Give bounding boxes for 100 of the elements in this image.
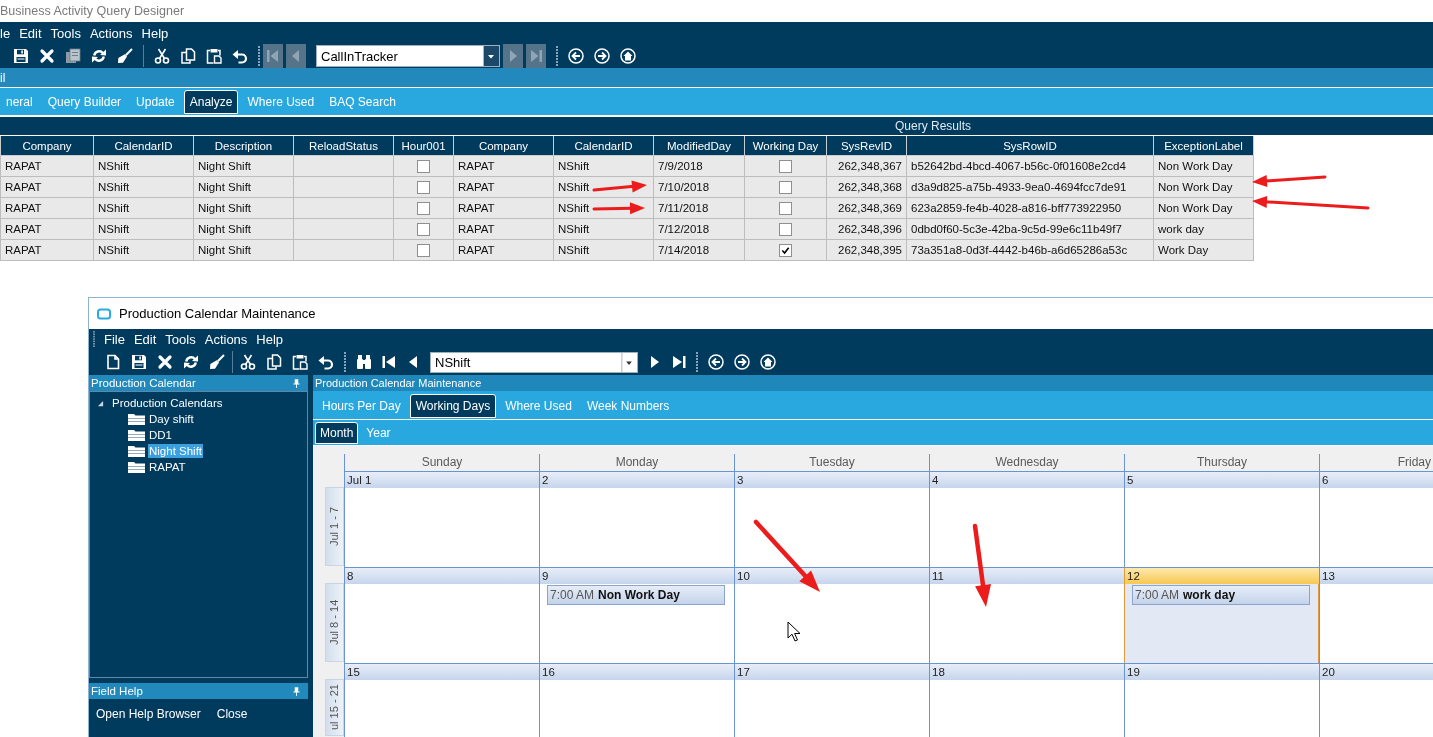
tree-item[interactable]: Day shift [148,412,195,426]
action-button[interactable]: Open Help Browser [91,705,206,723]
save-icon[interactable] [13,48,29,64]
copy-icon[interactable] [266,354,282,370]
brush-icon[interactable] [209,354,225,370]
day-cell[interactable]: 10 [734,567,929,663]
copy-icon[interactable] [180,48,196,64]
table-cell: 623a2859-fe4b-4028-a816-bff773922950 [906,197,1154,219]
forward-icon[interactable] [594,48,610,64]
menu-item[interactable]: Tools [165,331,196,347]
menu-item[interactable]: Edit [133,331,157,347]
record-combo[interactable]: NShift [430,351,638,373]
clipboard-icon[interactable] [65,48,81,64]
column-header[interactable]: CalendarID [553,136,654,156]
tree-item[interactable]: RAPAT [148,460,187,474]
tree-item[interactable]: DD1 [148,428,173,442]
undo-icon[interactable] [232,48,248,64]
home-icon[interactable] [620,48,636,64]
column-header[interactable]: SysRowID [906,136,1154,156]
day-cell[interactable]: 11 [929,567,1124,663]
column-header[interactable]: ReloadStatus [293,136,394,156]
column-header[interactable]: ModifiedDay [653,136,745,156]
date-header: 17 [735,664,929,680]
column-header[interactable]: Description [193,136,294,156]
checkbox[interactable] [417,180,430,194]
refresh-icon[interactable] [91,48,107,64]
view-tab[interactable]: Month [315,421,359,444]
pin-icon[interactable] [293,686,300,696]
day-cell[interactable]: 12 7:00 AM work day [1124,567,1319,663]
back-icon[interactable] [568,48,584,64]
pin-icon[interactable] [293,378,300,388]
brush-icon[interactable] [117,48,133,64]
checkbox[interactable] [779,201,792,215]
last-record-icon[interactable] [672,354,686,370]
day-cell[interactable]: 6 [1319,471,1433,567]
column-header[interactable]: SysRevID [826,136,907,156]
menu-item[interactable]: Help [256,331,284,347]
delete-icon[interactable] [157,354,173,370]
record-combo[interactable]: CallInTracker [316,45,500,67]
checkbox[interactable] [417,222,430,236]
refresh-icon[interactable] [183,354,199,370]
day-cell[interactable]: 8 [344,567,539,663]
column-header[interactable]: CalendarID [93,136,194,156]
menu-item[interactable]: Actions [89,25,133,41]
tree-item[interactable]: Production Calendars [111,396,224,410]
window-icon [97,307,111,320]
column-header[interactable]: ExceptionLabel [1153,136,1254,156]
day-cell[interactable]: 13 [1319,567,1433,663]
scissors-icon[interactable] [154,48,170,64]
column-header[interactable]: Working Day [744,136,827,156]
delete-icon[interactable] [39,48,55,64]
menu-item[interactable]: Actions [204,331,248,347]
menu-item[interactable]: File [104,331,125,347]
column-header[interactable]: Company [0,136,94,156]
table-cell: RAPAT [0,155,94,177]
menu-item[interactable]: Tools [50,25,81,41]
day-cell[interactable]: 3 [734,471,929,567]
day-cell[interactable]: 16 [539,663,734,737]
column-header[interactable]: Company [453,136,554,156]
checkbox[interactable] [417,243,430,257]
tab[interactable]: Analyze [183,89,239,114]
checkbox[interactable] [779,180,792,194]
table-cell: b52642bd-4bcd-4067-b56c-0f01608e2cd4 [906,155,1154,177]
appointment[interactable]: 7:00 AM work day [1132,585,1310,605]
paste-icon[interactable] [292,354,308,370]
day-cell[interactable]: Jul 1 [344,471,539,567]
save-icon[interactable] [131,354,147,370]
binoculars-icon[interactable] [356,354,372,370]
menu-item[interactable]: Edit [19,25,42,41]
action-button[interactable]: Close [211,705,253,723]
day-cell[interactable]: 9 7:00 AM Non Work Day [539,567,734,663]
new-document-icon[interactable] [105,354,121,370]
day-cell[interactable]: 17 [734,663,929,737]
paste-icon[interactable] [206,48,222,64]
day-cell[interactable]: 5 [1124,471,1319,567]
checkbox[interactable] [417,201,430,215]
day-cell[interactable]: 19 [1124,663,1319,737]
day-cell[interactable]: 20 [1319,663,1433,737]
menu-item[interactable]: le [0,25,11,41]
day-cell[interactable]: 15 [344,663,539,737]
back-icon[interactable] [708,354,724,370]
caret-icon[interactable] [483,46,499,66]
day-cell[interactable]: 2 [539,471,734,567]
checkbox[interactable] [779,159,792,173]
forward-icon[interactable] [734,354,750,370]
undo-icon[interactable] [318,354,334,370]
day-cell[interactable]: 18 [929,663,1124,737]
first-record-icon[interactable] [382,354,396,370]
checkbox[interactable] [779,222,792,236]
scissors-icon[interactable] [240,354,256,370]
tab[interactable]: Working Days [409,394,497,418]
column-header[interactable]: Hour001 [393,136,454,156]
day-cell[interactable]: 4 [929,471,1124,567]
date-header: 2 [540,472,734,488]
expander-icon[interactable] [97,399,104,407]
appointment[interactable]: 7:00 AM Non Work Day [547,585,725,605]
checkbox[interactable] [417,159,430,173]
home-icon[interactable] [760,354,776,370]
menu-item[interactable]: Help [141,25,169,41]
checkbox[interactable] [779,243,792,257]
